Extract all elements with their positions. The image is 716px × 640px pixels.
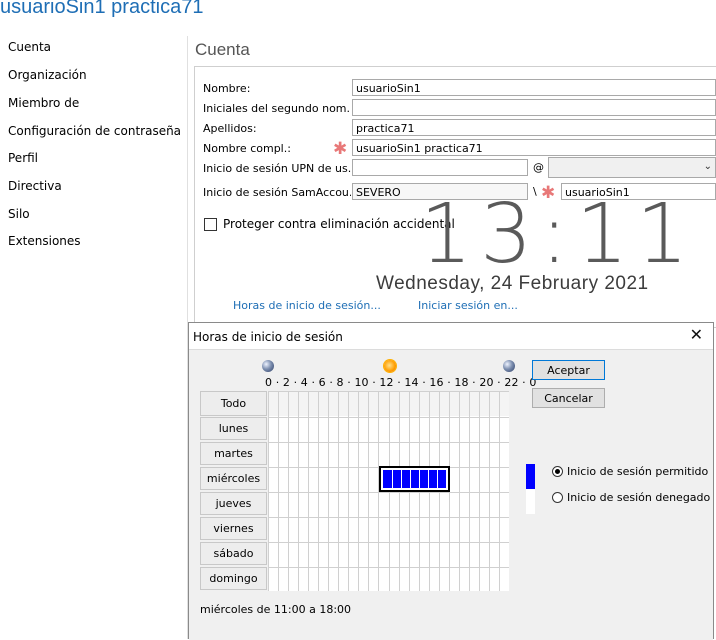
logon-allowed-label: Inicio de sesión permitido bbox=[567, 465, 709, 478]
moon-icon bbox=[262, 360, 274, 372]
legend-allowed-swatch bbox=[526, 464, 535, 489]
upn-label: Inicio de sesión UPN de us... bbox=[203, 162, 351, 175]
clock-time: 13:11 bbox=[420, 187, 697, 282]
sidebar-item-silo[interactable]: Silo bbox=[8, 207, 30, 221]
window-title-bar: usuarioSin1 practica71 bbox=[0, 0, 716, 28]
upn-domain-select[interactable]: ⌄ bbox=[548, 157, 716, 178]
sidebar: Cuenta Organización Miembro de Configura… bbox=[0, 36, 188, 639]
cancel-button[interactable]: Cancelar bbox=[532, 388, 605, 408]
chevron-down-icon: ⌄ bbox=[703, 161, 712, 172]
clock-date: Wednesday, 24 February 2021 bbox=[376, 273, 649, 294]
window-title: usuarioSin1 practica71 bbox=[0, 0, 204, 18]
sidebar-item-configuracion-contrasena[interactable]: Configuración de contraseña bbox=[8, 124, 181, 138]
day-button-miercoles[interactable]: miércoles bbox=[200, 467, 267, 490]
required-asterisk-icon: ✱ bbox=[333, 139, 348, 159]
sidebar-item-directiva[interactable]: Directiva bbox=[8, 179, 62, 193]
day-button-sabado[interactable]: sábado bbox=[200, 542, 267, 565]
sidebar-item-cuenta[interactable]: Cuenta bbox=[8, 40, 51, 54]
logon-hours-link[interactable]: Horas de inicio de sesión... bbox=[233, 299, 381, 312]
day-button-domingo[interactable]: domingo bbox=[200, 567, 267, 590]
accept-button[interactable]: Aceptar bbox=[532, 360, 605, 380]
nombre-field[interactable]: usuarioSin1 bbox=[352, 79, 716, 96]
logon-to-link[interactable]: Iniciar sesión en... bbox=[418, 299, 518, 312]
nombre-label: Nombre: bbox=[203, 82, 251, 95]
day-button-jueves[interactable]: jueves bbox=[200, 492, 267, 515]
sidebar-item-perfil[interactable]: Perfil bbox=[8, 151, 38, 165]
at-symbol: @ bbox=[533, 161, 544, 174]
moon-icon bbox=[503, 360, 515, 372]
sidebar-item-extensiones[interactable]: Extensiones bbox=[8, 234, 81, 248]
iniciales-field[interactable] bbox=[352, 99, 716, 116]
day-button-viernes[interactable]: viernes bbox=[200, 517, 267, 540]
logon-allowed-radio[interactable] bbox=[552, 466, 563, 477]
selection-status: miércoles de 11:00 a 18:00 bbox=[200, 603, 352, 616]
dialog-title: Horas de inicio de sesión bbox=[193, 330, 343, 344]
selected-hours-cells bbox=[392, 470, 438, 488]
logon-denied-radio[interactable] bbox=[552, 492, 563, 503]
iniciales-label: Iniciales del segundo nom... bbox=[203, 102, 351, 115]
selected-hours-block[interactable] bbox=[379, 466, 450, 492]
close-icon[interactable]: ✕ bbox=[690, 327, 703, 343]
sidebar-item-miembro-de[interactable]: Miembro de bbox=[8, 96, 79, 110]
all-days-button[interactable]: Todo bbox=[200, 391, 267, 416]
legend-denied-swatch bbox=[526, 489, 535, 514]
section-title: Cuenta bbox=[195, 40, 250, 59]
sam-label: Inicio de sesión SamAccou... bbox=[203, 186, 351, 199]
apellidos-field[interactable]: practica71 bbox=[352, 119, 716, 136]
upn-field[interactable] bbox=[352, 159, 528, 176]
hours-header: 0 · 2 · 4 · 6 · 8 · 10 · 12 · 14 · 16 · … bbox=[265, 376, 537, 389]
sun-icon bbox=[384, 360, 396, 372]
nombre-completo-field[interactable]: usuarioSin1 practica71 bbox=[352, 139, 716, 156]
logon-denied-label: Inicio de sesión denegado bbox=[567, 491, 711, 504]
apellidos-label: Apellidos: bbox=[203, 122, 257, 135]
protect-checkbox[interactable] bbox=[204, 218, 217, 231]
selected-hours-fill bbox=[383, 470, 446, 488]
day-button-lunes[interactable]: lunes bbox=[200, 417, 267, 440]
sidebar-item-organizacion[interactable]: Organización bbox=[8, 68, 87, 82]
nombre-completo-label: Nombre compl.: bbox=[203, 142, 291, 155]
day-button-martes[interactable]: martes bbox=[200, 442, 267, 465]
